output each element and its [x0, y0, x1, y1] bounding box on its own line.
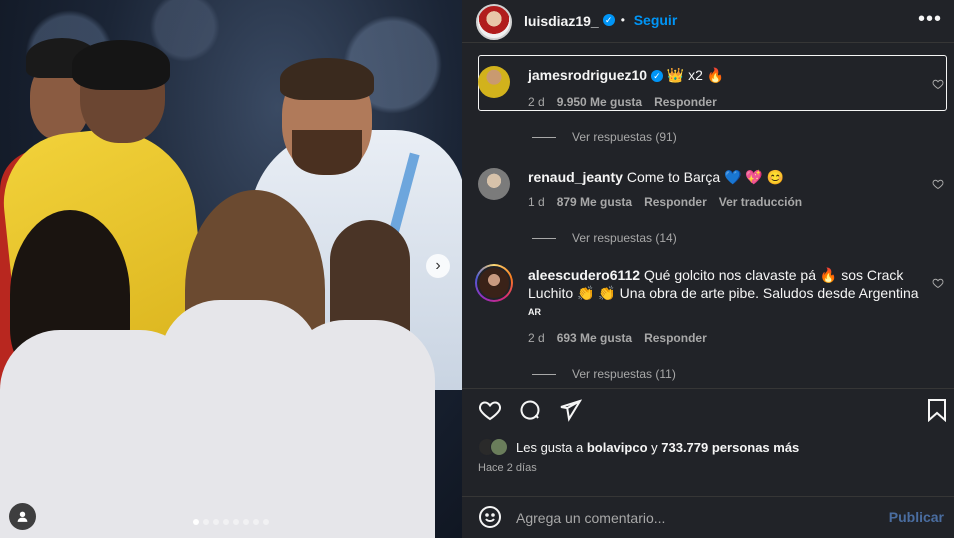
post-actions-bar: [478, 398, 948, 424]
comment-body: aleescudero6112 Qué golcito nos clavaste…: [528, 266, 923, 302]
carousel-indicator: [193, 519, 269, 525]
heart-icon[interactable]: [478, 398, 502, 422]
comment-like-heart-icon[interactable]: [932, 78, 944, 90]
post-header: luisdiaz19_ ✓ • Seguir •••: [462, 0, 954, 42]
comment-time: 2 d: [528, 95, 545, 109]
tagged-users-button[interactable]: [9, 503, 36, 530]
photo-figure-beard: [292, 130, 362, 175]
carousel-dot: [253, 519, 259, 525]
likes-count[interactable]: 733.779 personas más: [661, 440, 799, 455]
author-username[interactable]: luisdiaz19_: [524, 13, 599, 29]
comment-like-heart-icon[interactable]: [932, 178, 944, 190]
header-separator: •: [620, 13, 625, 27]
comment-like-heart-icon[interactable]: [932, 277, 944, 289]
add-comment-input[interactable]: [516, 506, 836, 530]
comment-time: 1 d: [528, 195, 545, 209]
carousel-dot: [213, 519, 219, 525]
user-icon: [17, 511, 28, 522]
carousel-dot: [233, 519, 239, 525]
commenter-avatar[interactable]: [478, 168, 510, 200]
carousel-dot: [243, 519, 249, 525]
liker-avatar: [490, 438, 508, 456]
comment-icon[interactable]: [518, 398, 542, 422]
emoji-icon[interactable]: [478, 505, 502, 529]
commenter-username[interactable]: renaud_jeanty: [528, 169, 623, 185]
add-comment-bar: Publicar: [462, 496, 954, 538]
share-icon[interactable]: [558, 398, 582, 422]
view-replies-label: Ver respuestas (14): [572, 231, 677, 245]
comment-item: jamesrodriguez10 ✓ 👑 x2 🔥 2 d 9.950 Me g…: [478, 66, 948, 116]
carousel-dot: [193, 519, 199, 525]
view-replies-button[interactable]: Ver respuestas (14): [532, 231, 677, 245]
view-replies-button[interactable]: Ver respuestas (91): [532, 130, 677, 144]
post-side-panel: luisdiaz19_ ✓ • Seguir ••• jamesrodrigue…: [462, 0, 954, 538]
likes-user[interactable]: bolavipco: [587, 440, 648, 455]
commenter-avatar: [477, 266, 511, 300]
chevron-right-icon: ›: [435, 257, 441, 274]
comment-item: renaud_jeanty Come to Barça 💙 💖 😊 1 d 87…: [478, 168, 948, 218]
commenter-avatar-story-ring[interactable]: [475, 264, 513, 302]
view-replies-button[interactable]: Ver respuestas (11): [532, 367, 676, 381]
carousel-dot: [263, 519, 269, 525]
verified-badge-icon: ✓: [602, 14, 615, 26]
likes-middle: y: [647, 439, 662, 455]
replies-line: [532, 136, 556, 138]
reply-button[interactable]: Responder: [644, 195, 707, 209]
comment-body: jamesrodriguez10 ✓ 👑 x2 🔥: [528, 66, 908, 84]
actions-divider: [462, 388, 954, 389]
comment-meta: 2 d 9.950 Me gusta Responder: [528, 95, 717, 109]
comment-item: aleescudero6112 Qué golcito nos clavaste…: [475, 264, 948, 356]
comment-country-tag: AR: [528, 307, 541, 317]
replies-line: [532, 237, 556, 239]
view-replies-label: Ver respuestas (11): [572, 367, 676, 381]
author-avatar[interactable]: [476, 4, 512, 40]
reply-button[interactable]: Responder: [644, 331, 707, 345]
comment-text: 👑 x2 🔥: [666, 67, 725, 83]
reply-button[interactable]: Responder: [654, 95, 717, 109]
publish-comment-button[interactable]: Publicar: [889, 509, 944, 525]
verified-badge-icon: ✓: [650, 70, 663, 83]
bookmark-icon[interactable]: [926, 398, 948, 422]
likes-summary[interactable]: Les gusta a bolavipco y 733.779 personas…: [478, 438, 799, 456]
photo-figure-hair: [280, 58, 374, 100]
likes-text: Les gusta a bolavipco y 733.779 personas…: [516, 440, 799, 455]
comment-meta: 2 d 693 Me gusta Responder: [528, 331, 707, 345]
header-divider: [462, 42, 954, 43]
comment-likes[interactable]: 9.950 Me gusta: [557, 95, 642, 109]
photo-kid: [285, 320, 435, 538]
more-options-icon[interactable]: •••: [918, 8, 942, 31]
view-replies-label: Ver respuestas (91): [572, 130, 677, 144]
commenter-username[interactable]: jamesrodriguez10: [528, 67, 647, 83]
follow-button[interactable]: Seguir: [634, 12, 678, 28]
comment-body: renaud_jeanty Come to Barça 💙 💖 😊: [528, 168, 908, 186]
post-photo[interactable]: ›: [0, 0, 462, 538]
translate-button[interactable]: Ver traducción: [719, 195, 802, 209]
replies-line: [532, 373, 556, 375]
comment-meta: 1 d 879 Me gusta Responder Ver traducció…: [528, 195, 802, 209]
carousel-dot: [203, 519, 209, 525]
photo-figure-hair: [72, 40, 170, 90]
carousel-next-button[interactable]: ›: [426, 254, 450, 278]
comment-text: Come to Barça 💙 💖 😊: [626, 169, 785, 185]
comment-likes[interactable]: 693 Me gusta: [557, 331, 632, 345]
post-time-ago[interactable]: Hace 2 días: [478, 462, 537, 474]
commenter-username[interactable]: aleescudero6112: [528, 267, 640, 283]
commenter-avatar[interactable]: [478, 66, 510, 98]
comment-time: 2 d: [528, 331, 545, 345]
comment-likes[interactable]: 879 Me gusta: [557, 195, 632, 209]
likes-prefix: Les gusta a: [516, 439, 587, 455]
carousel-dot: [223, 519, 229, 525]
